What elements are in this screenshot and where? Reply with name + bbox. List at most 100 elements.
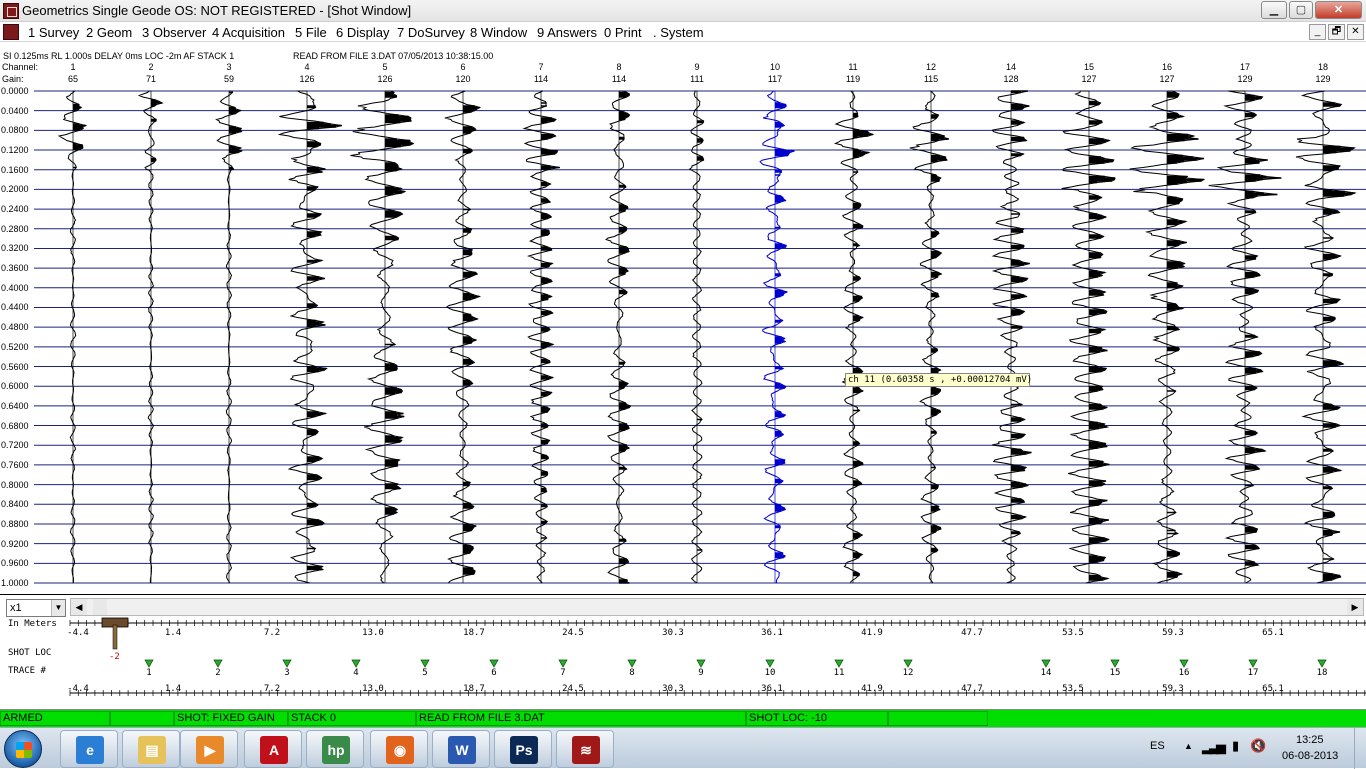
seismic-trace-14[interactable] — [991, 90, 1032, 584]
trace-number: 15 — [1110, 668, 1121, 678]
status-file: READ FROM FILE 3.DAT — [416, 711, 746, 726]
distance-label: 30.3 — [662, 628, 684, 638]
distance-label: 53.5 — [1062, 684, 1084, 694]
hp-solution-center-icon: hp — [322, 736, 350, 764]
distance-label: 24.5 — [562, 628, 584, 638]
seismic-trace-7[interactable] — [522, 90, 560, 584]
geophone-marker-icon[interactable] — [1110, 659, 1120, 668]
geophone-marker-icon[interactable] — [489, 659, 499, 668]
trace-positive-fill — [853, 112, 873, 577]
status-empty-2 — [888, 711, 988, 726]
taskbar-file-explorer[interactable]: ▤ — [122, 730, 180, 768]
geophone-marker-icon[interactable] — [765, 659, 775, 668]
geophone-marker-icon[interactable] — [420, 659, 430, 668]
trace-number: 5 — [422, 668, 427, 678]
network-icon[interactable]: ▂▃▅ — [1202, 739, 1226, 755]
distance-label: 13.0 — [362, 684, 384, 694]
geophone-marker-icon[interactable] — [282, 659, 292, 668]
distance-label: 18.7 — [463, 628, 485, 638]
seismic-trace-5[interactable] — [350, 90, 415, 584]
taskbar-word[interactable]: W — [432, 730, 490, 768]
seismogram-plot[interactable] — [0, 0, 1366, 594]
seismic-trace-12[interactable] — [909, 90, 949, 584]
shot-location-value: -2 — [109, 652, 120, 662]
status-gain: SHOT: FIXED GAIN — [174, 711, 288, 726]
internet-explorer-icon: e — [76, 736, 104, 764]
media-player-icon: ▶ — [196, 736, 224, 764]
status-empty-1 — [110, 711, 174, 726]
distance-label: 65.1 — [1262, 628, 1284, 638]
seismic-trace-1[interactable] — [57, 90, 88, 584]
trace-number: 12 — [903, 668, 914, 678]
trace-number: 4 — [353, 668, 358, 678]
trace-positive-fill — [385, 91, 414, 515]
trace-number: 8 — [629, 668, 634, 678]
distance-label: 65.1 — [1262, 684, 1284, 694]
trace-positive-fill — [229, 91, 242, 170]
status-shot-loc: SHOT LOC: -10 — [746, 711, 888, 726]
seismic-trace-18[interactable] — [1295, 90, 1357, 584]
hammer-icon[interactable] — [101, 617, 129, 650]
trace-number: 7 — [560, 668, 565, 678]
trace-number: 1 — [146, 668, 151, 678]
firefox-icon: ◉ — [386, 736, 414, 764]
system-tray: ES ▲ ▂▃▅ ▮ 🔇 13:25 06-08-2013 — [1136, 728, 1366, 769]
geophone-marker-icon[interactable] — [696, 659, 706, 668]
taskbar-firefox[interactable]: ◉ — [370, 730, 428, 768]
distance-label: 59.3 — [1162, 628, 1184, 638]
clock-time[interactable]: 13:25 — [1296, 734, 1324, 746]
distance-label: 7.2 — [264, 684, 280, 694]
distance-label: 47.7 — [961, 628, 983, 638]
trace-positive-fill — [775, 102, 795, 559]
trace-positive-fill — [73, 103, 86, 169]
seismic-trace-8[interactable] — [605, 90, 632, 584]
distance-label: 18.7 — [463, 684, 485, 694]
clock-date[interactable]: 06-08-2013 — [1282, 750, 1338, 762]
word-icon: W — [448, 736, 476, 764]
windows-logo-icon — [16, 742, 32, 758]
geophone-marker-icon[interactable] — [1248, 659, 1258, 668]
taskbar: e ▤ ▶ Ahp ◉ W Ps ≋ ES ▲ ▂▃▅ ▮ 🔇 13:25 06-08-201… — [0, 727, 1366, 769]
geophone-marker-icon[interactable] — [903, 659, 913, 668]
distance-label: 1.4 — [165, 684, 181, 694]
geophone-marker-icon[interactable] — [1041, 659, 1051, 668]
taskbar-internet-explorer[interactable]: e — [60, 730, 118, 768]
distance-label: -4.4 — [67, 684, 89, 694]
photoshop-icon: Ps — [510, 736, 538, 764]
distance-label: -4.4 — [67, 628, 89, 638]
status-bar: ARMED SHOT: FIXED GAIN STACK 0 READ FROM… — [0, 710, 1366, 727]
geophone-marker-icon[interactable] — [558, 659, 568, 668]
battery-icon[interactable]: ▮ — [1232, 738, 1239, 754]
geophone-marker-icon[interactable] — [834, 659, 844, 668]
show-hidden-icons-icon[interactable]: ▲ — [1184, 741, 1193, 751]
geophone-marker-icon[interactable] — [144, 659, 154, 668]
geometry-ruler[interactable]: -4.4 -4.4 1.4 1.4 7.2 7.2 13.0 13.0 18.7 18.7 24.5… — [0, 595, 1366, 711]
seismic-trace-15[interactable] — [1061, 90, 1116, 584]
seismic-trace-6[interactable] — [444, 90, 482, 584]
trace-number: 17 — [1248, 668, 1259, 678]
geophone-marker-icon[interactable] — [1317, 659, 1327, 668]
geophone-marker-icon[interactable] — [627, 659, 637, 668]
distance-label: 41.9 — [861, 684, 883, 694]
distance-label: 41.9 — [861, 628, 883, 638]
distance-label: 13.0 — [362, 628, 384, 638]
volume-muted-icon[interactable]: 🔇 — [1250, 738, 1266, 754]
geophone-marker-icon[interactable] — [1179, 659, 1189, 668]
geophone-marker-icon[interactable] — [351, 659, 361, 668]
trace-number: 10 — [765, 668, 776, 678]
geode-seismograph-icon: ≋ — [572, 736, 600, 764]
taskbar-hp-solution-center[interactable]: hp — [306, 730, 364, 768]
geophone-marker-icon[interactable] — [213, 659, 223, 668]
trace-positive-fill — [1089, 100, 1115, 581]
start-button[interactable] — [4, 730, 42, 768]
show-desktop-button[interactable] — [1354, 728, 1366, 769]
taskbar-geode-seismograph[interactable]: ≋ — [556, 730, 614, 768]
taskbar-media-player[interactable]: ▶ — [180, 730, 238, 768]
taskbar-photoshop[interactable]: Ps — [494, 730, 552, 768]
taskbar-adobe-reader[interactable]: A — [244, 730, 302, 768]
seismic-trace-11[interactable] — [834, 90, 875, 584]
language-indicator[interactable]: ES — [1150, 740, 1165, 752]
seismic-trace-4[interactable] — [277, 90, 342, 584]
distance-label: 59.3 — [1162, 684, 1184, 694]
trace-positive-fill — [307, 105, 342, 571]
